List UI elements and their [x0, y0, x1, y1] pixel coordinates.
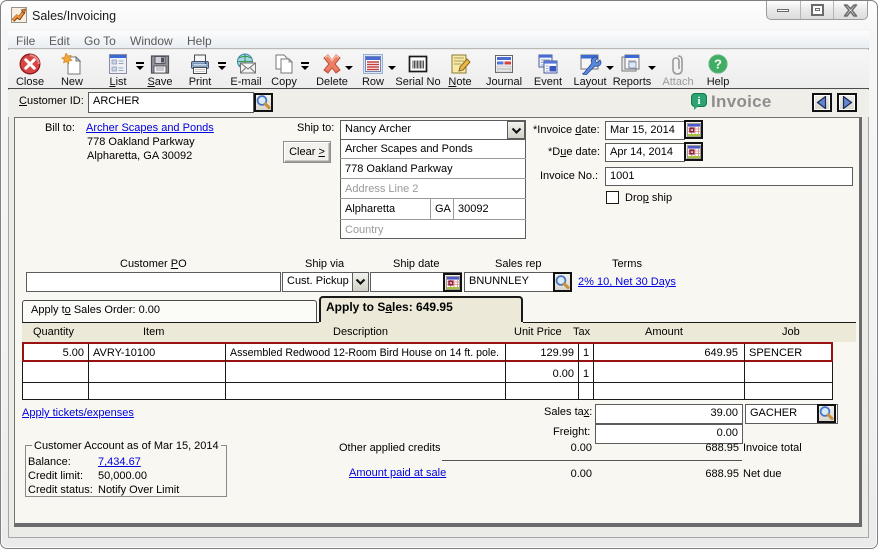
- svg-text:?: ?: [714, 57, 722, 72]
- svg-text:i: i: [697, 95, 700, 107]
